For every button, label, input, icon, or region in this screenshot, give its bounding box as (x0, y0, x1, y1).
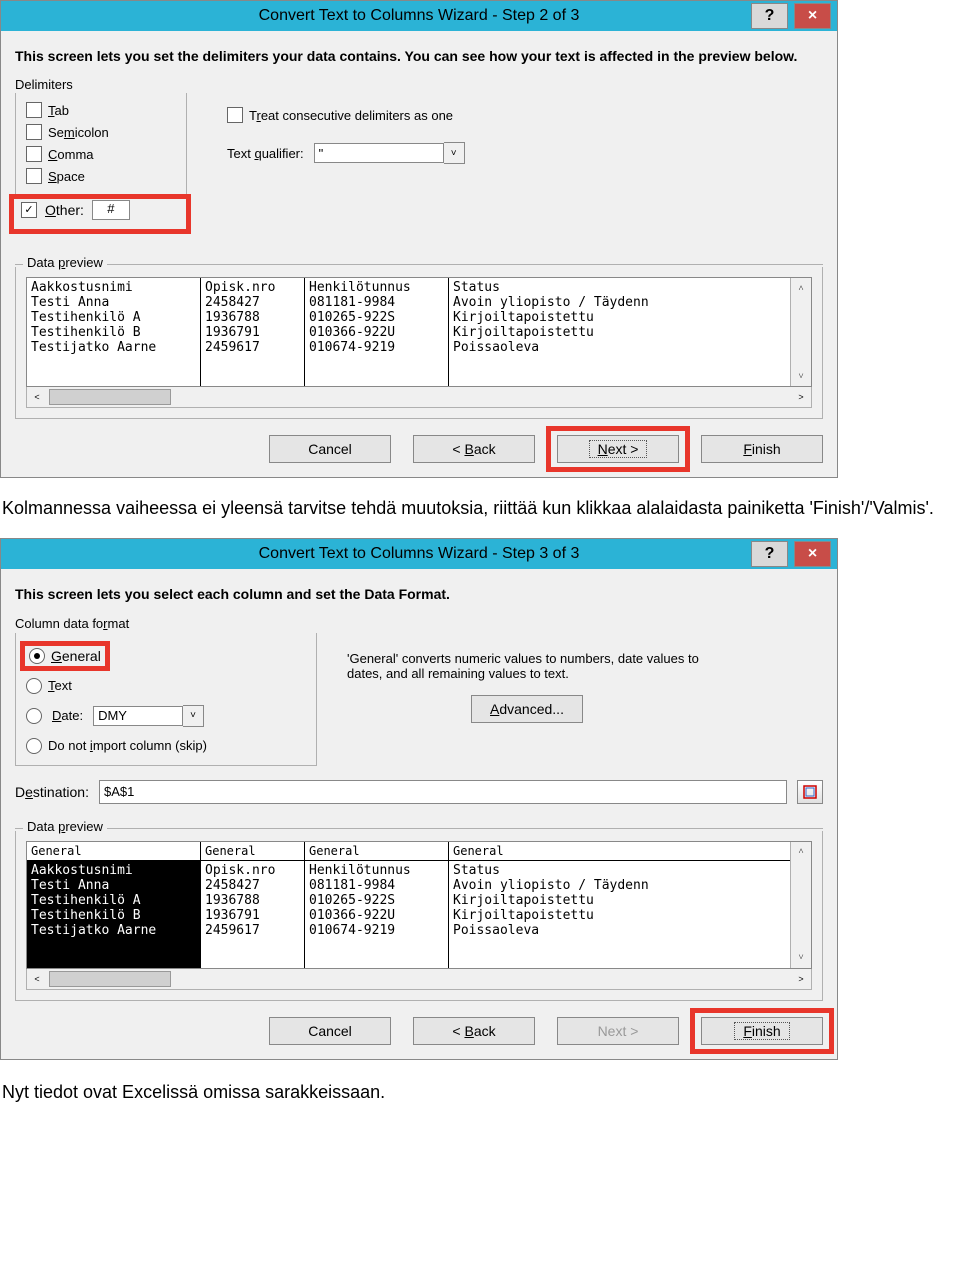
scroll-thumb[interactable] (49, 971, 171, 987)
next-button[interactable]: Next > (557, 435, 679, 463)
preview-table: AakkostusnimiTesti AnnaTestihenkilö ATes… (26, 277, 812, 387)
preview-table: General General General General Aakkostu… (26, 841, 812, 969)
treat-consecutive-label: Treat consecutive delimiters as one (249, 108, 453, 123)
delimiters-panel: Tab Semicolon Comma Space (15, 93, 187, 196)
date-format-input[interactable] (93, 706, 183, 726)
preview-hscrollbar[interactable]: < > (26, 386, 812, 408)
back-button[interactable]: < Back (413, 435, 535, 463)
finish-button[interactable]: Finish (701, 435, 823, 463)
preview-hscrollbar[interactable]: < > (26, 968, 812, 990)
general-hint: 'General' converts numeric values to num… (347, 651, 707, 681)
space-label: Space (48, 169, 85, 184)
next-button: Next > (557, 1017, 679, 1045)
scroll-right-icon[interactable]: > (791, 969, 811, 989)
comma-checkbox[interactable] (26, 146, 42, 162)
skip-label: Do not import column (skip) (48, 738, 207, 753)
finish-button[interactable]: Finish (701, 1017, 823, 1045)
other-input[interactable]: # (92, 200, 130, 220)
body-text-1: Kolmannessa vaiheessa ei yleensä tarvits… (2, 496, 954, 520)
titlebar: Convert Text to Columns Wizard - Step 3 … (1, 539, 837, 569)
treat-consecutive-checkbox[interactable] (227, 107, 243, 123)
instruction-text: This screen lets you select each column … (15, 585, 823, 603)
date-label: Date: (52, 708, 83, 723)
instruction-text: This screen lets you set the delimiters … (15, 47, 823, 65)
scroll-right-icon[interactable]: > (791, 387, 811, 407)
text-label: Text (48, 678, 72, 693)
tab-label: Tab (48, 103, 69, 118)
titlebar: Convert Text to Columns Wizard - Step 2 … (1, 1, 837, 31)
help-button[interactable]: ? (751, 541, 788, 567)
semicolon-label: Semicolon (48, 125, 109, 140)
text-radio[interactable] (26, 678, 42, 694)
cancel-button[interactable]: Cancel (269, 435, 391, 463)
scroll-down-icon[interactable]: ˅ (791, 948, 811, 968)
range-picker-icon[interactable] (797, 780, 823, 804)
scroll-up-icon[interactable]: ˄ (791, 278, 811, 298)
scroll-left-icon[interactable]: < (27, 969, 47, 989)
close-button[interactable]: × (794, 541, 831, 567)
back-button[interactable]: < Back (413, 1017, 535, 1045)
tab-checkbox[interactable] (26, 102, 42, 118)
general-radio[interactable] (29, 648, 45, 664)
date-radio[interactable] (26, 708, 42, 724)
delimiters-group-label: Delimiters (15, 77, 823, 92)
cdf-group-label: Column data format (15, 616, 823, 631)
other-label: Other: (45, 202, 84, 218)
qualifier-input[interactable] (314, 143, 444, 163)
cancel-button[interactable]: Cancel (269, 1017, 391, 1045)
comma-label: Comma (48, 147, 94, 162)
skip-radio[interactable] (26, 738, 42, 754)
other-checkbox[interactable]: ✓ (21, 202, 37, 218)
semicolon-checkbox[interactable] (26, 124, 42, 140)
scroll-left-icon[interactable]: < (27, 387, 47, 407)
destination-input[interactable] (99, 780, 787, 804)
column-data-format-panel: General Text Date: ˅ Do not import colum… (15, 633, 317, 766)
space-checkbox[interactable] (26, 168, 42, 184)
dialog-title: Convert Text to Columns Wizard - Step 2 … (259, 7, 580, 25)
preview-vscrollbar[interactable]: ˄ ˅ (790, 278, 811, 386)
wizard-step2-dialog: Convert Text to Columns Wizard - Step 2 … (0, 0, 838, 478)
scroll-up-icon[interactable]: ˄ (791, 842, 811, 862)
data-preview-panel: AakkostusnimiTesti AnnaTestihenkilö ATes… (15, 267, 823, 419)
destination-label: Destination: (15, 784, 89, 800)
dialog-title: Convert Text to Columns Wizard - Step 3 … (259, 545, 580, 563)
qualifier-dropdown-icon[interactable]: ˅ (444, 142, 465, 164)
close-button[interactable]: × (794, 3, 831, 29)
body-text-2: Nyt tiedot ovat Excelissä omissa sarakke… (2, 1080, 954, 1104)
scroll-thumb[interactable] (49, 389, 171, 405)
advanced-button[interactable]: Advanced... (471, 695, 583, 723)
general-label: General (51, 648, 101, 664)
date-dropdown-icon[interactable]: ˅ (183, 705, 204, 727)
scroll-down-icon[interactable]: ˅ (791, 366, 811, 386)
qualifier-label: Text qualifier: (227, 146, 304, 161)
preview-label: Data preview (23, 255, 107, 270)
data-preview-panel: General General General General Aakkostu… (15, 831, 823, 1001)
preview-label: Data preview (23, 819, 107, 834)
help-button[interactable]: ? (751, 3, 788, 29)
preview-vscrollbar[interactable]: ˄ ˅ (790, 842, 811, 968)
wizard-step3-dialog: Convert Text to Columns Wizard - Step 3 … (0, 538, 838, 1059)
